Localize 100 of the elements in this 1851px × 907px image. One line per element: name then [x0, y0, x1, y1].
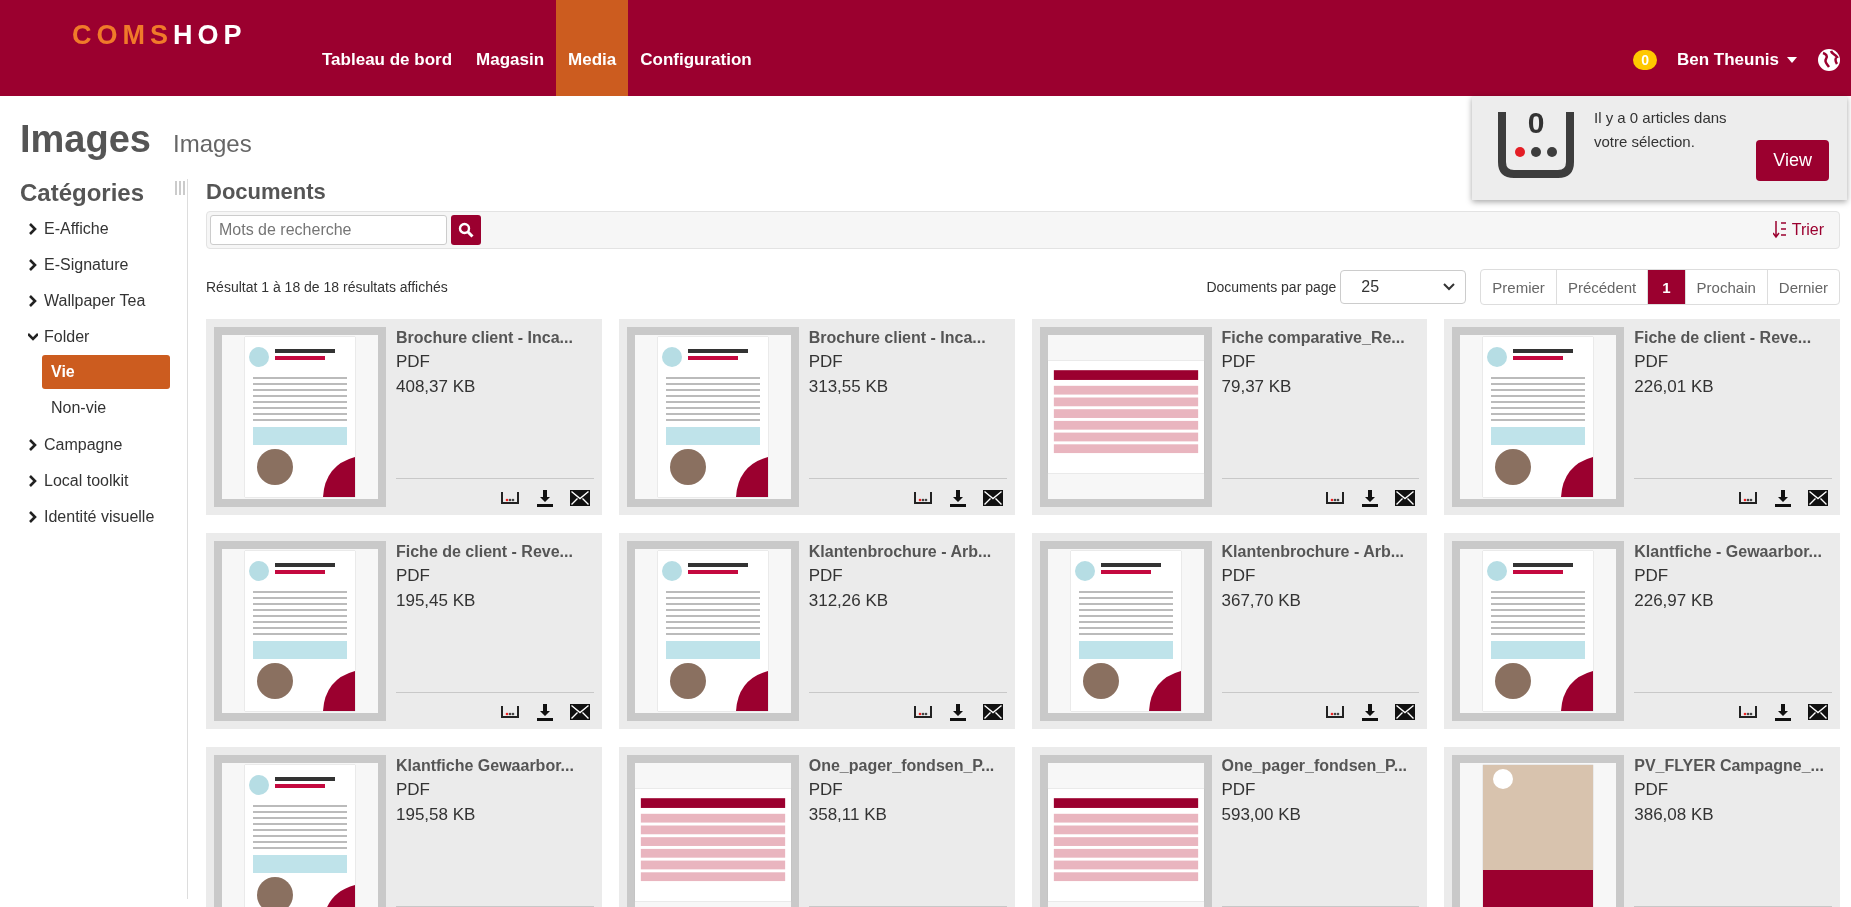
result-count-text: Résultat 1 à 18 de 18 résultats affichés	[206, 279, 448, 295]
mail-icon[interactable]	[1395, 490, 1416, 506]
mail-icon[interactable]	[569, 704, 590, 720]
document-type: PDF	[396, 780, 431, 800]
document-title[interactable]: Klantenbrochure - Arb...	[808, 543, 1007, 561]
mail-icon[interactable]	[1395, 704, 1416, 720]
document-title[interactable]: Klantenbrochure - Arb...	[1221, 543, 1420, 561]
document-type: PDF	[808, 566, 844, 586]
document-card[interactable]: Klantenbrochure - Arb... PDF 367,70 KB	[1031, 533, 1428, 729]
category-item[interactable]: Wallpaper Tea	[0, 283, 187, 319]
category-item[interactable]: E-Signature	[0, 247, 187, 283]
document-size: 312,26 KB	[808, 591, 890, 611]
download-icon[interactable]	[535, 489, 554, 507]
category-item[interactable]: Identité visuelle	[0, 499, 187, 535]
document-card[interactable]: Klantfiche Gewaarbor... PDF 195,58 KB	[206, 747, 602, 907]
globe-icon[interactable]	[1817, 48, 1841, 72]
per-page-select[interactable]: 25	[1340, 270, 1467, 304]
document-type: PDF	[1634, 566, 1670, 586]
document-card[interactable]: One_pager_fondsen_P... PDF 358,11 KB	[618, 747, 1015, 907]
document-type: PDF	[1221, 352, 1257, 372]
chevron-icon	[1443, 283, 1456, 291]
nav-tab[interactable]: Tableau de bord	[310, 0, 465, 96]
document-type: PDF	[808, 780, 844, 800]
category-item[interactable]: Local toolkit	[0, 463, 187, 499]
selection-count: 0	[1526, 106, 1546, 140]
mail-icon[interactable]	[569, 490, 590, 506]
subcategory-item[interactable]: Non-vie	[42, 391, 170, 425]
view-button[interactable]: View	[1756, 140, 1829, 181]
mail-icon[interactable]	[982, 490, 1003, 506]
document-type: PDF	[808, 352, 844, 372]
document-card[interactable]: Klantfiche - Gewaarbor... PDF 226,97 KB	[1444, 533, 1840, 729]
nav-tab[interactable]: Configuration	[628, 0, 764, 96]
download-icon[interactable]	[1774, 703, 1792, 721]
document-title[interactable]: Fiche de client - Reve...	[396, 543, 594, 561]
document-type: PDF	[1634, 352, 1670, 372]
document-title[interactable]: One_pager_fondsen_P...	[808, 757, 1007, 775]
chevron-icon	[28, 511, 38, 523]
mail-icon[interactable]	[982, 704, 1003, 720]
document-title[interactable]: One_pager_fondsen_P...	[1221, 757, 1420, 775]
download-icon[interactable]	[948, 489, 967, 507]
document-card[interactable]: Klantenbrochure - Arb... PDF 312,26 KB	[618, 533, 1015, 729]
basket-icon[interactable]	[1738, 703, 1758, 721]
sort-button[interactable]: Trier	[1772, 221, 1824, 239]
basket-icon[interactable]	[1325, 703, 1346, 721]
per-page-label: Documents par page	[1206, 279, 1337, 295]
category-item[interactable]: Folder	[0, 319, 187, 355]
document-size: 367,70 KB	[1221, 591, 1302, 611]
chevron-icon	[28, 439, 38, 451]
subcategory-item[interactable]: Vie	[42, 355, 170, 389]
document-title[interactable]: Fiche comparative_Re...	[1221, 329, 1420, 347]
basket-icon[interactable]	[499, 489, 520, 507]
pagination-link[interactable]: Prochain	[1684, 270, 1767, 304]
document-title[interactable]: PV_FLYER Campagne_...	[1634, 757, 1832, 775]
document-title[interactable]: Brochure client - Inca...	[808, 329, 1007, 347]
download-icon[interactable]	[1361, 489, 1380, 507]
document-title[interactable]: Fiche de client - Reve...	[1634, 329, 1832, 347]
nav-tab[interactable]: Magasin	[464, 0, 557, 96]
document-size: 593,00 KB	[1221, 805, 1302, 825]
document-type: PDF	[396, 352, 431, 372]
chevron-icon	[28, 295, 38, 307]
document-card[interactable]: Fiche comparative_Re... PDF 79,37 KB	[1031, 319, 1428, 515]
mail-icon[interactable]	[1808, 490, 1828, 506]
document-size: 79,37 KB	[1221, 377, 1293, 397]
download-icon[interactable]	[535, 703, 554, 721]
document-card[interactable]: Brochure client - Inca... PDF 408,37 KB	[206, 319, 602, 515]
basket-icon[interactable]	[912, 489, 933, 507]
document-size: 408,37 KB	[396, 377, 477, 397]
category-item[interactable]: E-Affiche	[0, 211, 187, 247]
pagination-link[interactable]: Dernier	[1766, 270, 1839, 304]
document-card[interactable]: PV_FLYER Campagne_... PDF 386,08 KB	[1444, 747, 1840, 907]
search-button[interactable]	[451, 215, 481, 245]
document-card[interactable]: Fiche de client - Reve... PDF 195,45 KB	[206, 533, 602, 729]
document-card[interactable]: Fiche de client - Reve... PDF 226,01 KB	[1444, 319, 1840, 515]
sort-icon	[1772, 221, 1787, 239]
basket-icon[interactable]	[1325, 489, 1346, 507]
pagination-link[interactable]: Premier	[1481, 270, 1556, 304]
nav-tab[interactable]: Media	[556, 0, 629, 96]
basket-icon[interactable]	[1738, 489, 1758, 507]
user-menu[interactable]: Ben Theunis	[1677, 50, 1797, 70]
document-card[interactable]: One_pager_fondsen_P... PDF 593,00 KB	[1031, 747, 1428, 907]
document-title[interactable]: Brochure client - Inca...	[396, 329, 594, 347]
chevron-icon	[28, 259, 38, 271]
chevron-icon	[28, 331, 38, 343]
document-title[interactable]: Klantfiche Gewaarbor...	[396, 757, 594, 775]
resize-grip-icon[interactable]	[175, 181, 185, 195]
search-icon	[458, 222, 474, 238]
page-subtitle: Images	[172, 130, 252, 158]
chevron-icon	[28, 223, 38, 235]
chevron-icon	[28, 475, 38, 487]
download-icon[interactable]	[948, 703, 967, 721]
document-card[interactable]: Brochure client - Inca... PDF 313,55 KB	[618, 319, 1015, 515]
pagination-link[interactable]: 1	[1647, 270, 1685, 304]
download-icon[interactable]	[1361, 703, 1380, 721]
search-field[interactable]: Mots de recherche	[210, 215, 447, 245]
category-item[interactable]: Campagne	[0, 427, 187, 463]
basket-icon[interactable]	[499, 703, 520, 721]
mail-icon[interactable]	[1808, 704, 1828, 720]
basket-icon[interactable]	[912, 703, 933, 721]
download-icon[interactable]	[1774, 489, 1792, 507]
document-title[interactable]: Klantfiche - Gewaarbor...	[1634, 543, 1832, 561]
